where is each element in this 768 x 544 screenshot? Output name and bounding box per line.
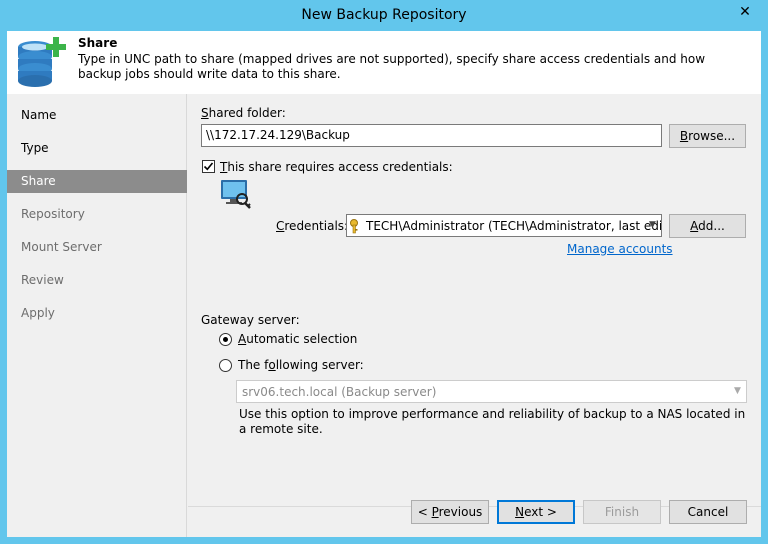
- wizard-steps: Name Type Share Repository Mount Server …: [7, 94, 187, 537]
- gateway-server-label: Gateway server:: [201, 313, 300, 327]
- database-add-icon: [13, 35, 69, 89]
- chevron-down-icon: ▼: [649, 220, 656, 230]
- key-icon: [349, 218, 365, 236]
- credentials-icon: [219, 177, 253, 211]
- step-title: Share: [78, 36, 118, 50]
- gateway-server-select[interactable]: srv06.tech.local (Backup server) ▼: [236, 380, 747, 403]
- step-share[interactable]: Share: [7, 170, 187, 193]
- browse-button[interactable]: Browse...: [669, 124, 746, 148]
- automatic-selection-radio[interactable]: [219, 333, 232, 346]
- step-review: Review: [21, 273, 64, 287]
- credentials-select[interactable]: TECH\Administrator (TECH\Administrator, …: [346, 214, 662, 237]
- chevron-down-icon: ▼: [734, 386, 741, 396]
- shared-folder-input[interactable]: \\172.17.24.129\Backup: [201, 124, 662, 147]
- close-icon[interactable]: ✕: [730, 2, 760, 22]
- following-server-radio[interactable]: [219, 359, 232, 372]
- gateway-hint: Use this option to improve performance a…: [239, 407, 746, 436]
- window-title: New Backup Repository: [301, 7, 467, 23]
- cancel-button[interactable]: Cancel: [669, 500, 747, 524]
- add-credentials-button[interactable]: Add...: [669, 214, 746, 238]
- step-mount-server: Mount Server: [21, 240, 102, 254]
- title-bar[interactable]: New Backup Repository ✕: [0, 0, 768, 31]
- finish-button: Finish: [583, 500, 661, 524]
- shared-folder-label: Shared folder:: [201, 106, 286, 120]
- step-repository: Repository: [21, 207, 85, 221]
- step-apply: Apply: [21, 306, 55, 320]
- wizard-window: New Backup Repository ✕ Share Type in UN…: [0, 0, 768, 544]
- next-button[interactable]: Next >: [497, 500, 575, 524]
- step-description: Type in UNC path to share (mapped drives…: [78, 52, 706, 81]
- manage-accounts-link[interactable]: Manage accounts: [567, 242, 673, 256]
- following-server-label: The following server:: [238, 358, 364, 372]
- automatic-selection-label: Automatic selection: [238, 332, 358, 346]
- step-name[interactable]: Name: [7, 104, 187, 127]
- step-type[interactable]: Type: [7, 137, 187, 160]
- credentials-value: TECH\Administrator (TECH\Administrator, …: [366, 219, 662, 233]
- requires-credentials-label: This share requires access credentials:: [220, 160, 453, 174]
- credentials-label: Credentials:: [276, 219, 349, 233]
- previous-button[interactable]: < Previous: [411, 500, 489, 524]
- radio-selected-dot: [223, 337, 228, 342]
- wizard-body: Share Type in UNC path to share (mapped …: [7, 31, 761, 537]
- requires-credentials-checkbox[interactable]: [202, 160, 215, 173]
- wizard-header: Share Type in UNC path to share (mapped …: [7, 31, 761, 94]
- gateway-server-value: srv06.tech.local (Backup server): [242, 385, 437, 399]
- checkmark-icon: [203, 162, 214, 171]
- share-settings: Shared folder: \\172.17.24.129\Backup Br…: [188, 94, 761, 537]
